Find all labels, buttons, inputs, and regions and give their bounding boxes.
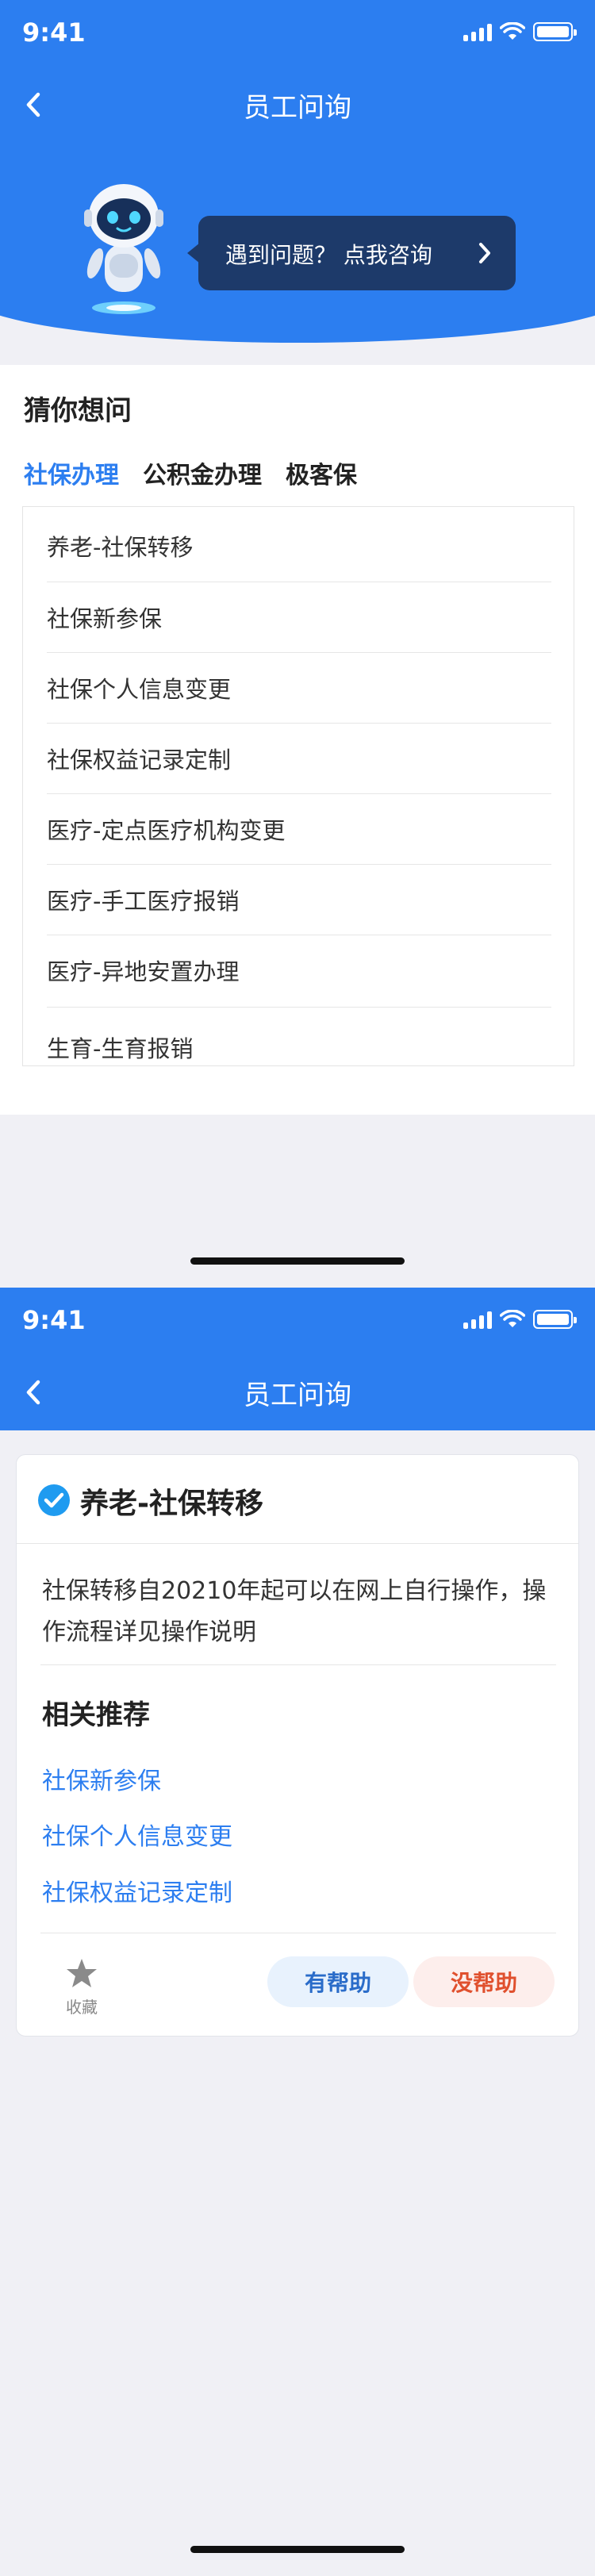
home-indicator[interactable] xyxy=(190,1257,405,1265)
status-time: 9:41 xyxy=(22,1305,86,1335)
status-bar: 9:41 xyxy=(0,0,595,67)
related-link[interactable]: 社保权益记录定制 xyxy=(42,1873,232,1908)
category-tabs: 社保办理 公积金办理 极客保 xyxy=(24,455,357,490)
divider xyxy=(40,1664,556,1665)
status-time: 9:41 xyxy=(22,17,86,48)
wifi-icon xyxy=(500,1310,525,1327)
robot-icon[interactable] xyxy=(78,175,170,317)
status-icons xyxy=(463,1310,577,1329)
not-helpful-button[interactable]: 没帮助 xyxy=(413,1956,555,2007)
signal-icon xyxy=(463,22,492,41)
status-bar: 9:41 xyxy=(0,1288,595,1354)
list-item[interactable]: 养老-社保转移 xyxy=(47,529,551,562)
tab-geek-insurance[interactable]: 极客保 xyxy=(286,455,357,490)
battery-icon xyxy=(533,22,577,41)
screen-answer-detail: 9:41 员工问询 养老-社保转移 社保转移自20210年起可以在网上自行操作，… xyxy=(0,1288,595,2576)
list-item[interactable]: 生育-生育报销 xyxy=(47,1031,551,1064)
star-icon xyxy=(67,1959,97,1987)
divider xyxy=(47,1007,551,1008)
consult-bubble-button[interactable]: 遇到问题？ 点我咨询 xyxy=(187,216,516,290)
list-item[interactable]: 医疗-定点医疗机构变更 xyxy=(47,812,551,846)
tab-housing-fund[interactable]: 公积金办理 xyxy=(143,455,262,490)
battery-icon xyxy=(533,1310,577,1329)
signal-icon xyxy=(463,1310,492,1329)
wifi-icon xyxy=(500,22,525,40)
divider xyxy=(47,864,551,865)
nav-bar: 员工问询 xyxy=(0,67,595,143)
answer-card-header: 养老-社保转移 xyxy=(17,1455,578,1544)
divider xyxy=(47,723,551,724)
answer-title: 养老-社保转移 xyxy=(80,1488,263,1520)
status-icons xyxy=(463,22,577,41)
related-link[interactable]: 社保新参保 xyxy=(42,1761,161,1796)
screen-consult-home: 9:41 员工问询 遇到问题？ 点我咨询 猜你想问 社保办理 公积金办理 极客保… xyxy=(0,0,595,1288)
page-title: 员工问询 xyxy=(244,92,351,124)
list-item[interactable]: 社保权益记录定制 xyxy=(47,742,551,775)
check-circle-icon xyxy=(38,1484,70,1516)
list-item[interactable]: 社保个人信息变更 xyxy=(47,671,551,704)
page-title: 员工问询 xyxy=(244,1380,351,1411)
related-title: 相关推荐 xyxy=(42,1699,150,1731)
hero-banner: 遇到问题？ 点我咨询 xyxy=(0,135,595,365)
nav-bar: 员工问询 xyxy=(0,1354,595,1430)
question-list: 养老-社保转移 社保新参保 社保个人信息变更 社保权益记录定制 医疗-定点医疗机… xyxy=(22,506,574,1066)
favorite-button[interactable]: 收藏 xyxy=(58,1958,106,2017)
consult-bubble-text: 遇到问题？ 点我咨询 xyxy=(225,242,432,268)
list-item[interactable]: 医疗-异地安置办理 xyxy=(47,954,551,987)
answer-card: 养老-社保转移 社保转移自20210年起可以在网上自行操作，操作流程详见操作说明… xyxy=(16,1454,579,2037)
chevron-right-icon xyxy=(479,243,490,263)
answer-text: 社保转移自20210年起可以在网上自行操作，操作流程详见操作说明 xyxy=(42,1577,547,1646)
favorite-label: 收藏 xyxy=(66,1998,98,2017)
guess-panel: 猜你想问 社保办理 公积金办理 极客保 养老-社保转移 社保新参保 社保个人信息… xyxy=(0,365,595,1115)
guess-title: 猜你想问 xyxy=(24,395,132,427)
divider xyxy=(47,652,551,653)
related-link[interactable]: 社保个人信息变更 xyxy=(42,1817,232,1852)
helpful-button[interactable]: 有帮助 xyxy=(267,1956,409,2007)
list-item[interactable]: 社保新参保 xyxy=(47,601,551,634)
list-item[interactable]: 医疗-手工医疗报销 xyxy=(47,883,551,916)
home-indicator[interactable] xyxy=(190,2546,405,2553)
tab-social-security[interactable]: 社保办理 xyxy=(24,455,119,490)
divider xyxy=(47,793,551,794)
